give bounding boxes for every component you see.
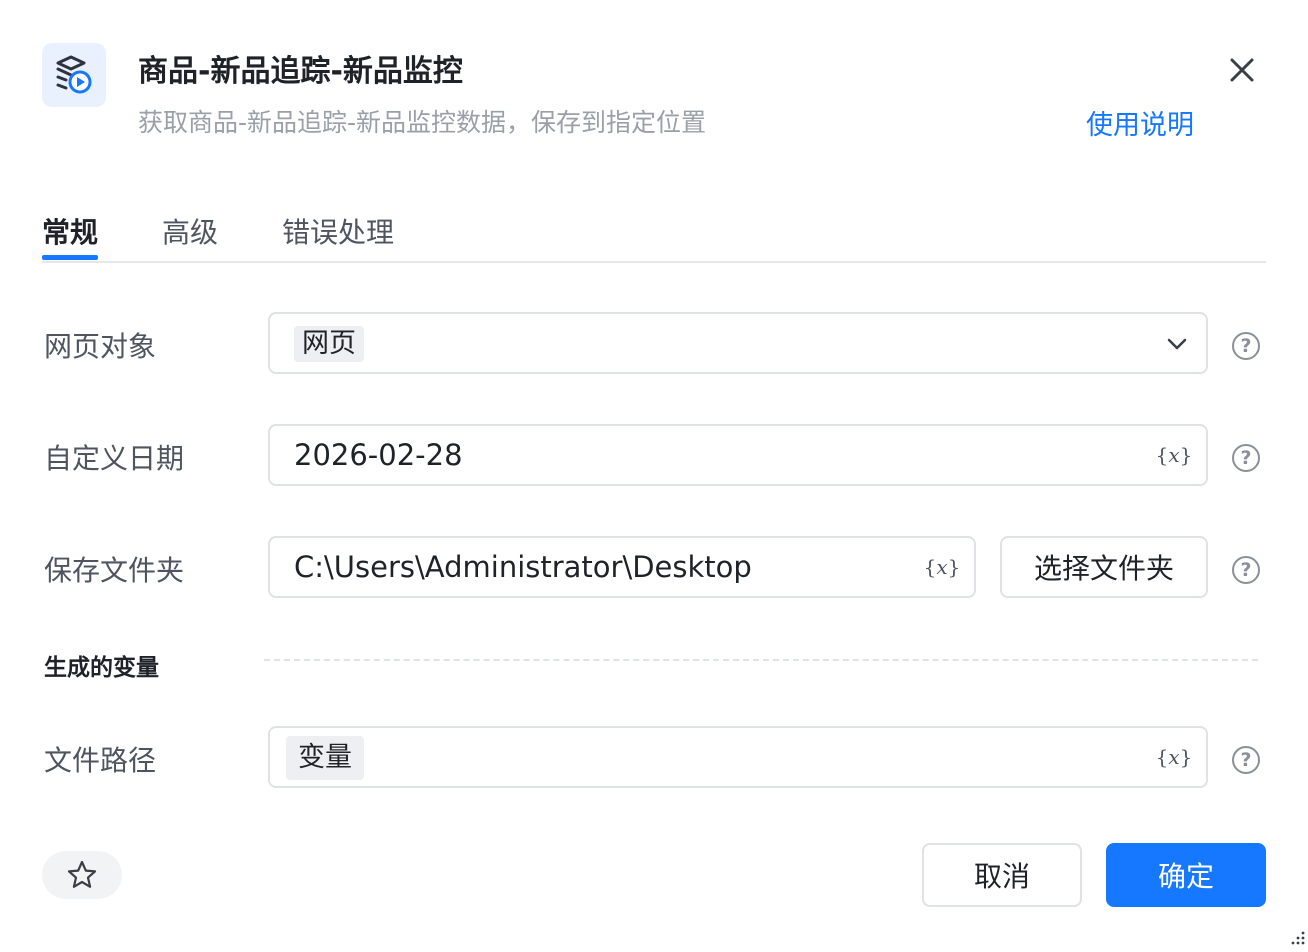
app-icon	[42, 43, 106, 107]
tab-general[interactable]: 常规	[42, 211, 98, 251]
generated-variables-heading: 生成的变量	[44, 655, 159, 681]
tab-error-handling[interactable]: 错误处理	[282, 211, 394, 251]
custom-date-value: 2026-02-28	[294, 438, 463, 472]
dialog-title: 商品-新品追踪-新品监控	[138, 54, 463, 89]
close-button[interactable]	[1224, 52, 1260, 88]
help-icon[interactable]: ?	[1232, 556, 1260, 584]
confirm-button[interactable]: 确定	[1106, 843, 1266, 907]
webpage-tag: 网页	[294, 326, 364, 362]
choose-folder-button[interactable]: 选择文件夹	[1000, 536, 1208, 598]
tab-bar: 常规 高级 错误处理	[42, 205, 1266, 263]
resize-grip-icon	[1291, 931, 1305, 945]
variable-icon[interactable]: {𝑥}	[922, 552, 962, 582]
resize-handle[interactable]	[1286, 926, 1306, 946]
file-path-label: 文件路径	[44, 744, 157, 777]
variable-icon[interactable]: {𝑥}	[1154, 742, 1194, 772]
favorite-button[interactable]	[42, 851, 122, 899]
help-icon[interactable]: ?	[1232, 746, 1260, 774]
tab-active-indicator	[42, 255, 98, 260]
file-path-input[interactable]: 变量 {𝑥}	[268, 726, 1208, 788]
cancel-button[interactable]: 取消	[922, 843, 1082, 907]
save-folder-value: C:\Users\Administrator\Desktop	[294, 550, 752, 584]
usage-guide-link[interactable]: 使用说明	[1086, 103, 1194, 142]
help-icon[interactable]: ?	[1232, 332, 1260, 360]
dialog-subtitle: 获取商品-新品追踪-新品监控数据，保存到指定位置	[138, 108, 707, 137]
custom-date-input[interactable]: 2026-02-28 {𝑥}	[268, 424, 1208, 486]
custom-date-label: 自定义日期	[44, 442, 185, 475]
variable-icon[interactable]: {𝑥}	[1154, 440, 1194, 470]
variable-tag: 变量	[286, 736, 364, 780]
chevron-down-icon	[1167, 338, 1187, 350]
close-icon	[1230, 58, 1254, 82]
section-divider	[264, 659, 1258, 661]
help-icon[interactable]: ?	[1232, 444, 1260, 472]
star-icon	[67, 860, 97, 888]
save-folder-input[interactable]: C:\Users\Administrator\Desktop {𝑥}	[268, 536, 976, 598]
webpage-object-select[interactable]: 网页	[268, 312, 1208, 374]
save-folder-label: 保存文件夹	[44, 554, 185, 587]
layers-play-icon	[56, 55, 92, 94]
webpage-object-label: 网页对象	[44, 330, 157, 363]
tab-advanced[interactable]: 高级	[162, 211, 218, 251]
